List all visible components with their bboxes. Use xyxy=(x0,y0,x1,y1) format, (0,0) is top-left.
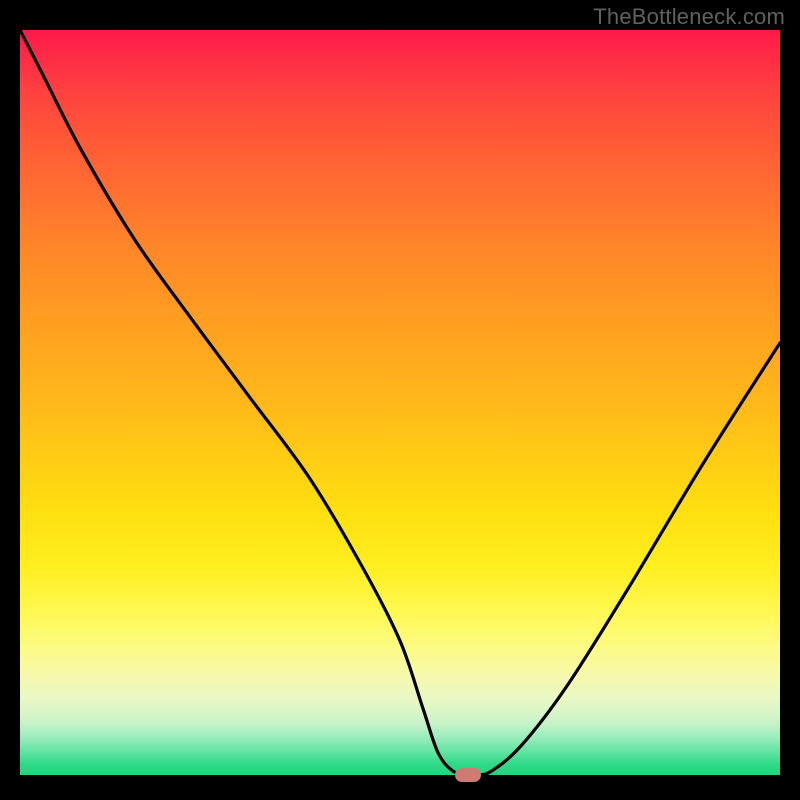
bottleneck-curve xyxy=(20,30,780,775)
chart-container: TheBottleneck.com xyxy=(0,0,800,800)
curve-svg xyxy=(20,30,780,775)
plot-area xyxy=(20,30,780,775)
optimum-marker xyxy=(455,768,481,782)
watermark-text: TheBottleneck.com xyxy=(593,4,785,30)
